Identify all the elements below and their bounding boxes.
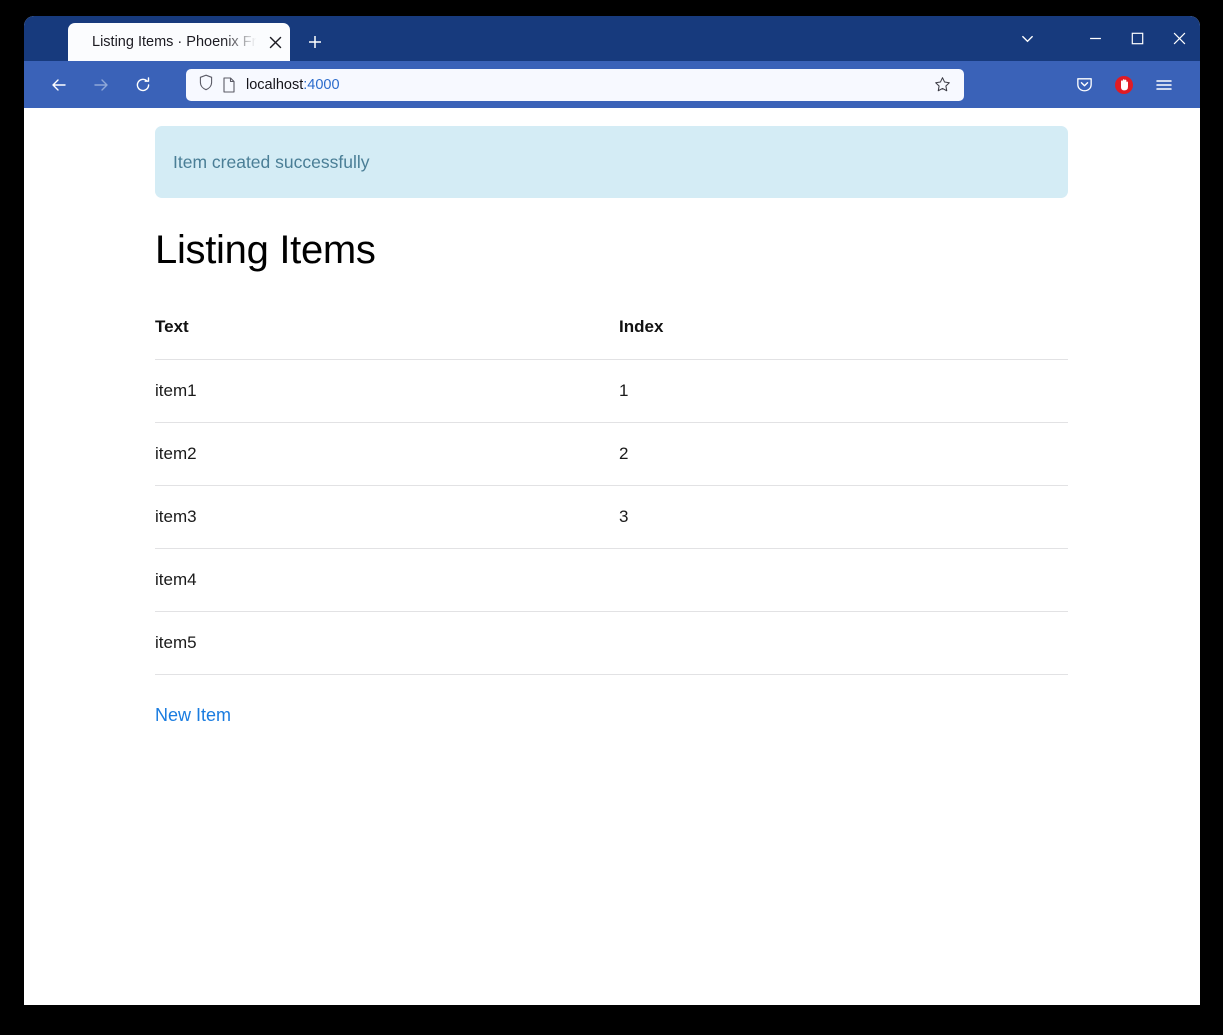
url-host: localhost <box>246 76 304 93</box>
cell-text: item1 <box>155 359 619 423</box>
browser-window: Listing Items · Phoenix Framework <box>24 16 1200 1005</box>
browser-navigation-toolbar: localhost:4000 <box>24 61 1200 108</box>
back-arrow-icon[interactable] <box>42 68 76 102</box>
cell-text: item5 <box>155 611 619 675</box>
ublock-origin-icon[interactable] <box>1107 68 1141 102</box>
browser-titlebar: Listing Items · Phoenix Framework <box>24 16 1200 61</box>
page-content: Item created successfully Listing Items … <box>24 108 1200 726</box>
cell-text: item3 <box>155 485 619 549</box>
items-table-head: Text Index <box>155 317 1068 360</box>
flash-info-banner[interactable]: Item created successfully <box>155 126 1068 198</box>
hamburger-menu-icon[interactable] <box>1147 68 1181 102</box>
window-close-button[interactable] <box>1158 19 1200 59</box>
toolbar-extensions <box>1064 68 1190 102</box>
reload-icon[interactable] <box>126 68 160 102</box>
cell-text: item2 <box>155 422 619 486</box>
url-address-bar[interactable]: localhost:4000 <box>186 68 964 101</box>
cell-index <box>619 611 1068 675</box>
cell-index <box>619 548 1068 612</box>
tab-title: Listing Items · Phoenix Framework <box>92 34 264 50</box>
page-viewport: Item created successfully Listing Items … <box>24 108 1200 1005</box>
url-text: localhost:4000 <box>246 77 930 93</box>
tab-strip: Listing Items · Phoenix Framework <box>24 16 332 61</box>
table-row[interactable]: item2 2 <box>155 422 1068 486</box>
window-minimize-button[interactable] <box>1074 19 1116 59</box>
tab-close-icon[interactable] <box>264 31 286 53</box>
column-header-text: Text <box>155 317 619 360</box>
bookmark-star-icon[interactable] <box>930 73 954 97</box>
tab-list-chevron-down-icon[interactable] <box>1006 19 1048 59</box>
pocket-icon[interactable] <box>1067 68 1101 102</box>
page-document-icon <box>222 76 236 93</box>
table-row[interactable]: item4 <box>155 548 1068 612</box>
window-maximize-button[interactable] <box>1116 19 1158 59</box>
page-title: Listing Items <box>155 228 376 272</box>
items-table-body: item1 1 item2 2 item3 3 item4 item5 <box>155 359 1068 675</box>
url-port: :4000 <box>303 76 340 93</box>
cell-text: item4 <box>155 548 619 612</box>
window-controls <box>1006 16 1200 61</box>
cell-index: 1 <box>619 359 1068 423</box>
shield-icon[interactable] <box>198 74 214 96</box>
items-table: Text Index item1 1 item2 2 item3 3 item4… <box>155 317 1068 675</box>
flash-message-text: Item created successfully <box>173 151 370 172</box>
new-item-link[interactable]: New Item <box>155 705 231 726</box>
forward-arrow-icon <box>84 68 118 102</box>
cell-index: 3 <box>619 485 1068 549</box>
new-tab-button[interactable] <box>298 25 332 59</box>
browser-tab-active[interactable]: Listing Items · Phoenix Framework <box>68 23 290 61</box>
table-row[interactable]: item5 <box>155 611 1068 675</box>
column-header-index: Index <box>619 317 1068 360</box>
table-row[interactable]: item3 3 <box>155 485 1068 549</box>
cell-index: 2 <box>619 422 1068 486</box>
table-header-row: Text Index <box>155 317 1068 360</box>
table-row[interactable]: item1 1 <box>155 359 1068 423</box>
